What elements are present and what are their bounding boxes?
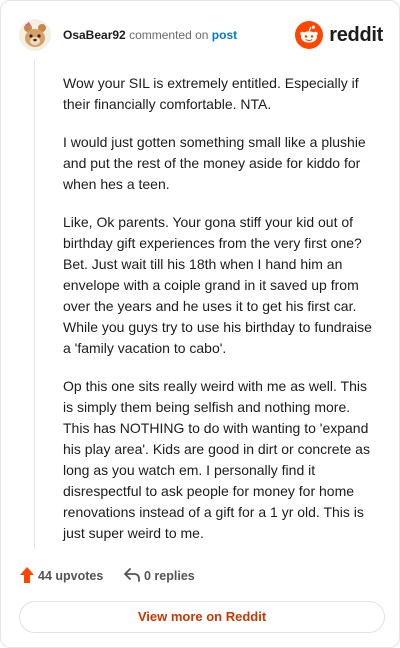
comment-body: Wow your SIL is extremely entitled. Espe… — [63, 73, 379, 561]
thread-line — [34, 59, 35, 549]
reddit-alien-icon — [295, 21, 323, 49]
reply-arrow-icon — [124, 568, 140, 582]
comment-paragraph: I would just gotten something small like… — [63, 134, 366, 192]
comment-embed-card: OsaBear92 commented on post reddit Wow y… — [0, 0, 400, 648]
view-more-button[interactable]: View more on Reddit — [19, 601, 385, 633]
comment-meta: OsaBear92 commented on post — [63, 27, 237, 43]
comment-paragraph: Op this one sits really weird with me as… — [63, 378, 370, 541]
user-avatar[interactable] — [19, 19, 51, 51]
avatar-bear-icon — [19, 19, 51, 51]
comment-header: OsaBear92 commented on post reddit — [19, 19, 383, 51]
reply-count: 0 replies — [144, 569, 195, 583]
comment-paragraph: Wow your SIL is extremely entitled. Espe… — [63, 75, 359, 112]
username[interactable]: OsaBear92 — [63, 28, 126, 42]
post-link[interactable]: post — [212, 28, 237, 42]
comment-paragraph: Like, Ok parents. Your gona stiff your k… — [63, 214, 372, 356]
upvote-arrow-icon — [20, 567, 34, 583]
upvote-count: 44 upvotes — [38, 569, 104, 583]
reddit-wordmark: reddit — [329, 24, 383, 46]
action-text: commented on — [129, 28, 209, 42]
